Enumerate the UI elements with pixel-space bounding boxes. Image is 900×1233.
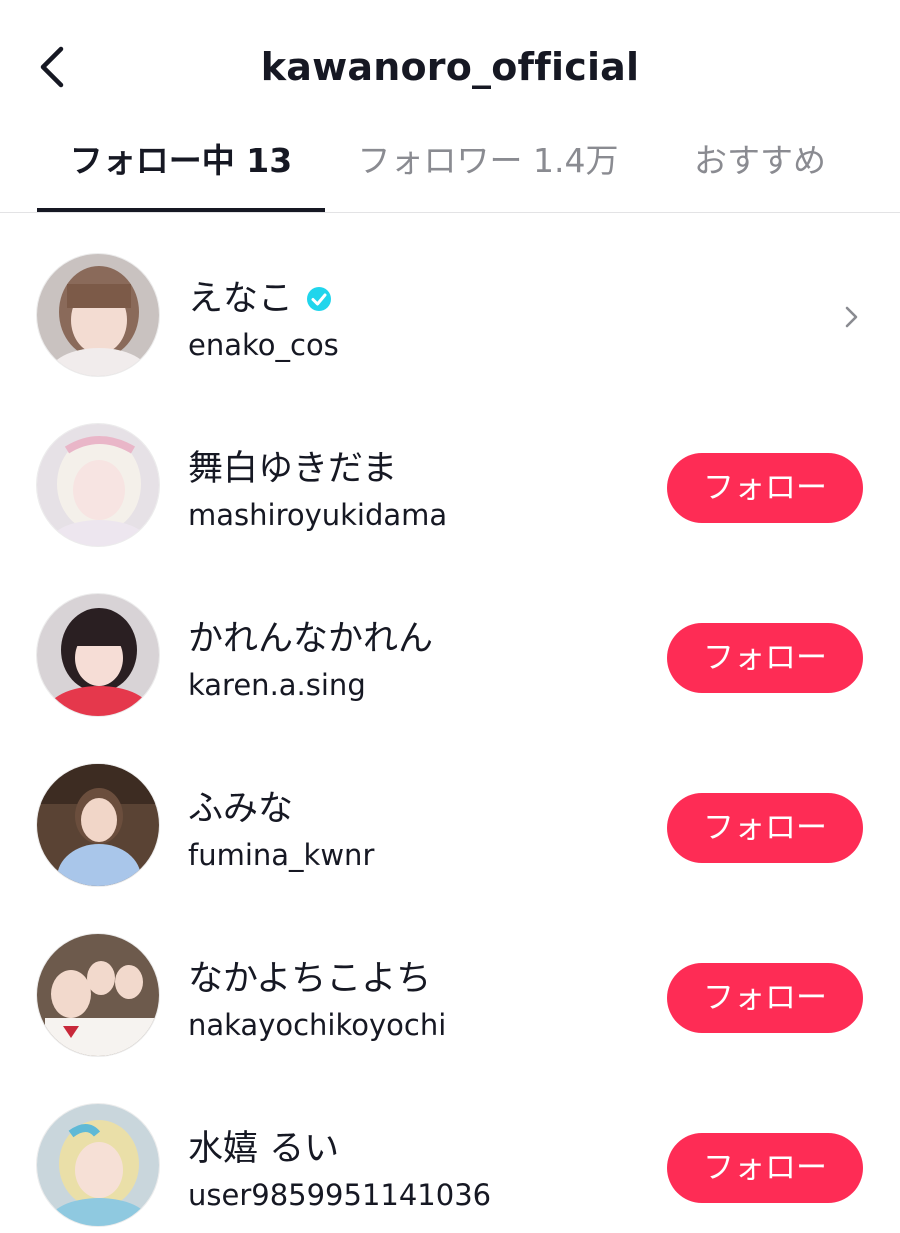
avatar[interactable] bbox=[36, 763, 160, 887]
list-item[interactable]: 舞白ゆきだま mashiroyukidama フォロー bbox=[0, 383, 900, 553]
username: karen.a.sing bbox=[188, 668, 366, 702]
active-tab-indicator bbox=[37, 208, 325, 212]
page-title: kawanoro_official bbox=[260, 45, 640, 89]
list-item[interactable]: かれんなかれん karen.a.sing フォロー bbox=[0, 553, 900, 723]
display-name: 舞白ゆきだま bbox=[188, 449, 398, 489]
tab-recommended[interactable]: おすすめ bbox=[660, 130, 860, 212]
username: mashiroyukidama bbox=[188, 498, 448, 532]
avatar[interactable] bbox=[36, 593, 160, 717]
avatar[interactable] bbox=[36, 1103, 160, 1227]
avatar[interactable] bbox=[36, 933, 160, 1057]
username: enako_cos bbox=[188, 328, 339, 362]
list-item[interactable]: 水嬉 るい user9859951141036 フォロー bbox=[0, 1063, 900, 1233]
display-name: 水嬉 るい bbox=[188, 1129, 340, 1169]
follow-button[interactable]: フォロー bbox=[667, 453, 863, 523]
list-item[interactable]: えなこ enako_cos bbox=[0, 213, 900, 383]
header: kawanoro_official bbox=[0, 0, 900, 130]
username: nakayochikoyochi bbox=[188, 1008, 447, 1042]
display-name: なかよちこよち bbox=[188, 959, 432, 999]
tab-following[interactable]: フォロー中 13 bbox=[37, 130, 325, 212]
avatar[interactable] bbox=[36, 423, 160, 547]
chevron-right-icon[interactable] bbox=[840, 301, 864, 333]
avatar[interactable] bbox=[36, 253, 160, 377]
display-name: かれんなかれん bbox=[188, 619, 434, 659]
username: fumina_kwnr bbox=[188, 838, 375, 872]
follow-button[interactable]: フォロー bbox=[667, 623, 863, 693]
display-name: ふみな bbox=[188, 789, 294, 829]
username: user9859951141036 bbox=[188, 1178, 492, 1212]
tab-followers[interactable]: フォロワー 1.4万 bbox=[338, 130, 638, 212]
follow-button[interactable]: フォロー bbox=[667, 793, 863, 863]
list-item[interactable]: なかよちこよち nakayochikoyochi フォロー bbox=[0, 893, 900, 1063]
tab-bar: フォロー中 13 フォロワー 1.4万 おすすめ bbox=[0, 130, 900, 213]
display-name: えなこ bbox=[188, 279, 294, 319]
list-item[interactable]: ふみな fumina_kwnr フォロー bbox=[0, 723, 900, 893]
follow-button[interactable]: フォロー bbox=[667, 963, 863, 1033]
following-list: えなこ enako_cos 舞白ゆきだま mashiroyukidama フォロ… bbox=[0, 213, 900, 1233]
follow-button[interactable]: フォロー bbox=[667, 1133, 863, 1203]
verified-badge-icon bbox=[307, 287, 332, 311]
